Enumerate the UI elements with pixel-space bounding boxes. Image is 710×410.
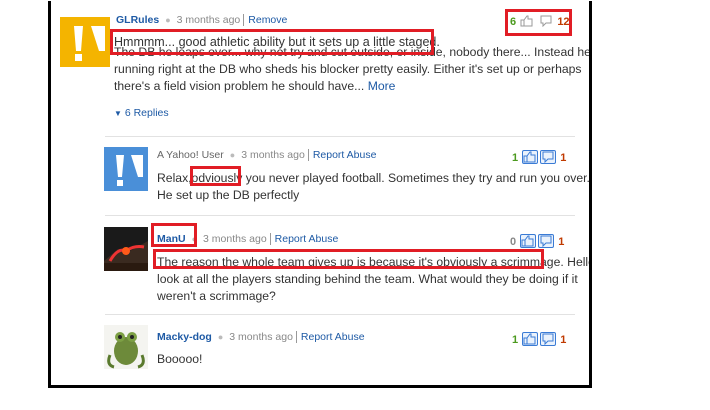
divider (105, 314, 575, 315)
vote-controls: 0 1 (510, 234, 564, 248)
thumbs-down-icon[interactable] (538, 234, 555, 248)
replies-count: 6 Replies (124, 107, 169, 119)
comment-time: 3 months ago (176, 14, 241, 26)
down-vote-count: 1 (558, 236, 565, 248)
comment-line: there's a field vision problem he should… (114, 79, 365, 93)
highlighted-word: odviously (191, 171, 243, 185)
comment-time: 3 months ago (229, 331, 293, 343)
down-vote-count: 1 (560, 152, 567, 164)
comment-username[interactable]: Macky-dog (157, 331, 212, 343)
divider (105, 136, 575, 137)
comment-line: He set up the DB perfectly (157, 188, 300, 202)
thumbs-up-icon[interactable] (522, 332, 539, 346)
thumbs-up-icon[interactable] (520, 234, 537, 248)
comment-line: weren't a scrimmage? (157, 289, 276, 303)
replies-toggle[interactable]: ▼ 6 Replies (114, 107, 169, 119)
down-vote-count: 1 (560, 334, 567, 346)
comment-body: Relax,odviously you never played footbal… (157, 170, 589, 204)
comment-username[interactable]: A Yahoo! User (157, 149, 224, 161)
up-vote-count: 1 (512, 334, 519, 346)
thumbs-down-icon[interactable] (540, 150, 557, 164)
yahoo-avatar-icon[interactable] (104, 147, 148, 191)
vote-controls: 1 1 (512, 332, 566, 346)
comment-line: The DB he leaps over... why not try and … (114, 45, 592, 59)
divider (105, 215, 575, 216)
comment-body: Booooo! (157, 351, 202, 368)
up-vote-count: 6 (510, 16, 517, 28)
thumbs-down-icon[interactable] (540, 332, 557, 346)
vote-controls: 1 1 (512, 150, 566, 164)
report-abuse-link[interactable]: Report Abuse (301, 331, 365, 343)
comment-username[interactable]: GLRules (116, 14, 159, 26)
report-abuse-link[interactable]: Report Abuse (275, 233, 339, 245)
up-vote-count: 1 (512, 152, 519, 164)
comment-text: Relax, (157, 171, 192, 185)
comment-line: look at all the players standing behind … (157, 272, 578, 286)
comment-text: Hello (563, 255, 592, 269)
comment-time: 3 months ago (203, 233, 267, 245)
thumbs-up-icon[interactable] (522, 150, 539, 164)
remove-link[interactable]: Remove (248, 14, 287, 26)
report-abuse-link[interactable]: Report Abuse (313, 149, 377, 161)
more-link[interactable]: More (368, 79, 396, 93)
comment-line: Booooo! (157, 352, 203, 366)
comments-panel: GLRules ● 3 months ago Remove 6 12 Hmmmm...… (48, 1, 592, 388)
comment-body: The reason the whole team gives up is be… (157, 254, 589, 305)
up-vote-count: 0 (510, 236, 517, 248)
down-vote-count: 12 (557, 16, 570, 28)
vote-controls: 6 12 (510, 15, 570, 28)
comment-body: Hmmmm... good athletic ability but it se… (114, 34, 592, 95)
comment-username[interactable]: ManU (157, 233, 186, 245)
highlighted-sentence: The reason the whole team gives up is be… (157, 255, 564, 269)
volcano-avatar[interactable] (104, 227, 148, 271)
thumbs-up-icon[interactable] (520, 15, 534, 27)
chevron-down-icon: ▼ (114, 109, 122, 118)
comment-time: 3 months ago (241, 149, 305, 161)
yahoo-avatar-icon[interactable] (60, 17, 110, 67)
thumbs-down-icon[interactable] (539, 15, 553, 28)
frog-avatar[interactable] (104, 325, 148, 369)
comment-line: running right at the DB who sheds his bl… (114, 62, 582, 76)
comment-text: you never played football. Sometimes the… (242, 171, 590, 185)
